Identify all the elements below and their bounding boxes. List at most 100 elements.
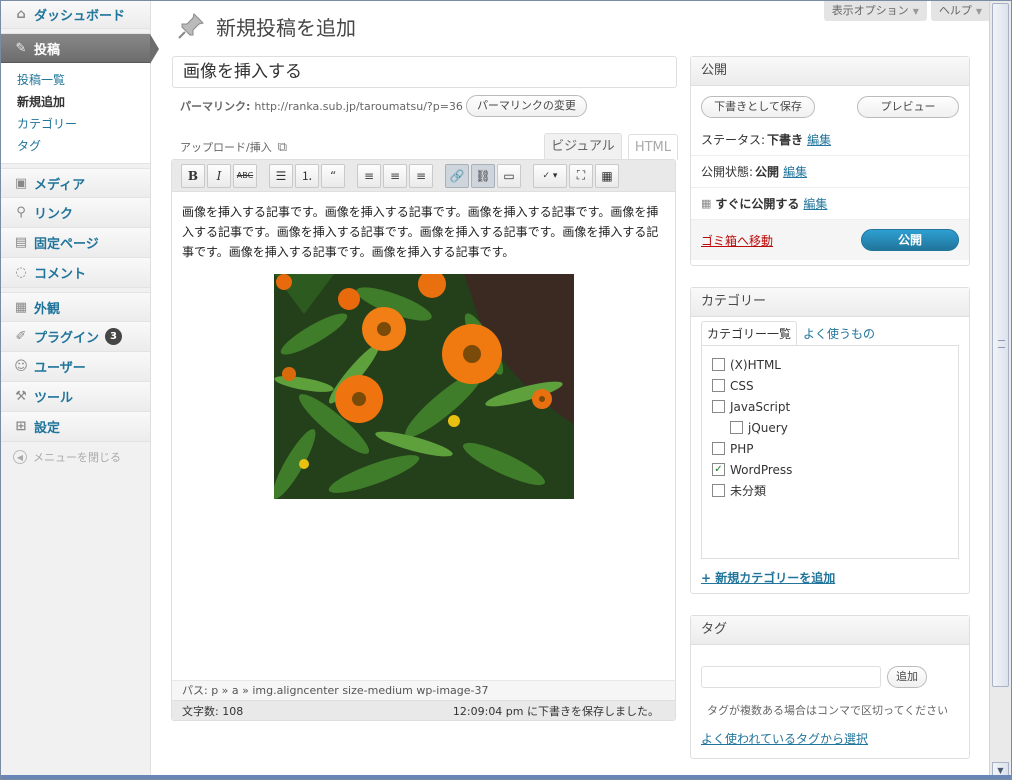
menu-appearance[interactable]: ▦ 外観 (1, 292, 150, 322)
preview-button[interactable]: プレビュー (857, 96, 959, 118)
editor-footer: 文字数: 108 12:09:04 pm に下書きを保存しました。 (172, 700, 675, 720)
category-item[interactable]: (X)HTML (712, 354, 958, 375)
category-item[interactable]: JavaScript (712, 396, 958, 417)
category-label: WordPress (730, 462, 793, 477)
submenu-tags[interactable]: タグ (1, 135, 150, 157)
category-label: jQuery (748, 420, 788, 435)
align-right-icon[interactable]: ≡ (409, 163, 433, 188)
menu-links-label: リンク (34, 207, 74, 222)
menu-plugins[interactable]: ✐ プラグイン 3 (1, 322, 150, 352)
menu-users[interactable]: ☺ ユーザー (1, 352, 150, 382)
change-permalink-button[interactable]: パーマリンクの変更 (465, 95, 587, 117)
menu-settings[interactable]: ⊞ 設定 (1, 412, 150, 442)
category-checkbox[interactable] (712, 358, 725, 371)
category-checkbox[interactable] (712, 442, 725, 455)
menu-comments[interactable]: ◌ コメント (1, 258, 150, 288)
publish-button[interactable]: 公開 (861, 229, 959, 251)
edit-visibility-link[interactable]: 編集 (783, 163, 807, 180)
calendar-icon: ▦ (701, 197, 712, 210)
numbered-list-icon[interactable]: ⒈ (295, 163, 319, 188)
media-icon: ▣ (14, 175, 28, 191)
category-checkbox-checked[interactable]: ✓ (712, 463, 725, 476)
italic-button[interactable]: I (207, 163, 231, 188)
publish-box-heading[interactable]: 公開 (691, 57, 969, 86)
inserted-image-zinnia-flowers[interactable] (273, 274, 574, 499)
add-tag-button[interactable]: 追加 (887, 666, 927, 688)
category-checkbox[interactable] (712, 484, 725, 497)
help-button[interactable]: ヘルプ ▼ (930, 1, 990, 21)
strikethrough-button[interactable]: ABC (233, 163, 257, 188)
publish-box: 公開 下書きとして保存 プレビュー ステータス: 下書き 編集 公開状態: 公開… (690, 56, 970, 266)
save-draft-button[interactable]: 下書きとして保存 (701, 96, 815, 118)
category-checkbox[interactable] (712, 400, 725, 413)
tab-most-used[interactable]: よく使うもの (797, 321, 881, 345)
vertical-scrollbar[interactable]: ▼ (989, 1, 1011, 779)
tags-box-heading[interactable]: タグ (691, 616, 969, 645)
category-item[interactable]: CSS (712, 375, 958, 396)
bullet-list-icon[interactable]: ☰ (269, 163, 293, 188)
edit-status-link[interactable]: 編集 (807, 131, 831, 148)
post-body-text: 画像を挿入する記事です。画像を挿入する記事です。画像を挿入する記事です。画像を挿… (182, 205, 659, 259)
unlink-icon[interactable]: ⛓ (471, 163, 495, 188)
menu-pages[interactable]: ▤ 固定ページ (1, 228, 150, 258)
popular-tags-link[interactable]: よく使われているタグから選択 (701, 730, 868, 747)
autosave-status: 12:09:04 pm に下書きを保存しました。 (452, 704, 659, 718)
page-title-area: 新規投稿を追加 (174, 9, 356, 43)
menu-links[interactable]: ⚲ リンク (1, 198, 150, 228)
kitchen-sink-icon[interactable]: ▦ (595, 163, 619, 188)
category-checkbox[interactable] (712, 379, 725, 392)
editor-content[interactable]: 画像を挿入する記事です。画像を挿入する記事です。画像を挿入する記事です。画像を挿… (172, 192, 675, 672)
menu-posts[interactable]: ✎ 投稿 (1, 33, 159, 64)
post-title-input[interactable]: 画像を挿入する (172, 56, 677, 88)
category-item[interactable]: PHP (712, 438, 958, 459)
spellcheck-icon[interactable]: ✓ ▾ (533, 163, 567, 188)
tab-html[interactable]: HTML (627, 134, 678, 160)
category-checklist: (X)HTML CSS JavaScript jQuery PHP ✓ WordP… (701, 345, 959, 559)
collapse-menu-label: メニューを閉じる (33, 451, 121, 464)
menu-media[interactable]: ▣ メディア (1, 168, 150, 198)
scrollbar-thumb[interactable] (992, 3, 1009, 687)
category-item[interactable]: ✓ WordPress (712, 459, 958, 480)
category-label: JavaScript (730, 399, 791, 414)
visibility-label: 公開状態: (701, 165, 754, 179)
menu-plugins-label: プラグイン (34, 331, 100, 346)
screen-options-button[interactable]: 表示オプション ▼ (823, 1, 927, 21)
add-media-icon[interactable]: ⧉ (278, 140, 287, 155)
categories-box-heading[interactable]: カテゴリー (691, 288, 969, 317)
menu-dashboard[interactable]: ⌂ ダッシュボード (1, 1, 150, 29)
category-label: CSS (730, 378, 754, 393)
category-item[interactable]: 未分類 (712, 480, 958, 501)
add-new-category-link[interactable]: + 新規カテゴリーを追加 (701, 569, 835, 586)
new-tag-input[interactable] (701, 666, 881, 688)
align-center-icon[interactable]: ≡ (383, 163, 407, 188)
collapse-menu[interactable]: ◀ メニューを閉じる (1, 442, 150, 472)
insert-more-icon[interactable]: ▭ (497, 163, 521, 188)
collapse-arrow-icon: ◀ (13, 450, 27, 464)
menu-tools[interactable]: ⚒ ツール (1, 382, 150, 412)
plugin-icon: ✐ (15, 329, 27, 344)
edit-schedule-link[interactable]: 編集 (803, 195, 827, 212)
move-to-trash-link[interactable]: ゴミ箱へ移動 (701, 232, 773, 249)
schedule-row: ▦ すぐに公開する 編集 (691, 188, 969, 220)
dropdown-arrow-icon: ▼ (912, 7, 919, 16)
align-left-icon[interactable]: ≡ (357, 163, 381, 188)
settings-icon: ⊞ (15, 419, 27, 434)
main-content: 表示オプション ▼ ヘルプ ▼ 新規投稿を追加 画像を挿入する パーマリンク: ht… (152, 1, 990, 779)
permalink-label: パーマリンク: (180, 100, 251, 113)
fullscreen-icon[interactable]: ⛶ (569, 163, 593, 188)
upload-insert-label: アップロード/挿入 (180, 141, 272, 154)
blockquote-icon[interactable]: “ (321, 163, 345, 188)
category-checkbox[interactable] (730, 421, 743, 434)
tab-all-categories[interactable]: カテゴリー一覧 (701, 321, 798, 345)
screen-options-label: 表示オプション (831, 4, 909, 17)
screen-meta-links: 表示オプション ▼ ヘルプ ▼ (823, 1, 990, 21)
category-label: PHP (730, 441, 754, 456)
submenu-categories[interactable]: カテゴリー (1, 113, 150, 135)
category-item[interactable]: jQuery (712, 417, 958, 438)
insert-link-icon[interactable]: 🔗 (445, 163, 469, 188)
tab-visual[interactable]: ビジュアル (544, 133, 622, 160)
submenu-all-posts[interactable]: 投稿一覧 (1, 69, 150, 91)
submenu-add-new[interactable]: 新規追加 (1, 91, 150, 113)
bold-button[interactable]: B (181, 163, 205, 188)
permalink-url[interactable]: http://ranka.sub.jp/taroumatsu/?p=36 (254, 100, 463, 113)
